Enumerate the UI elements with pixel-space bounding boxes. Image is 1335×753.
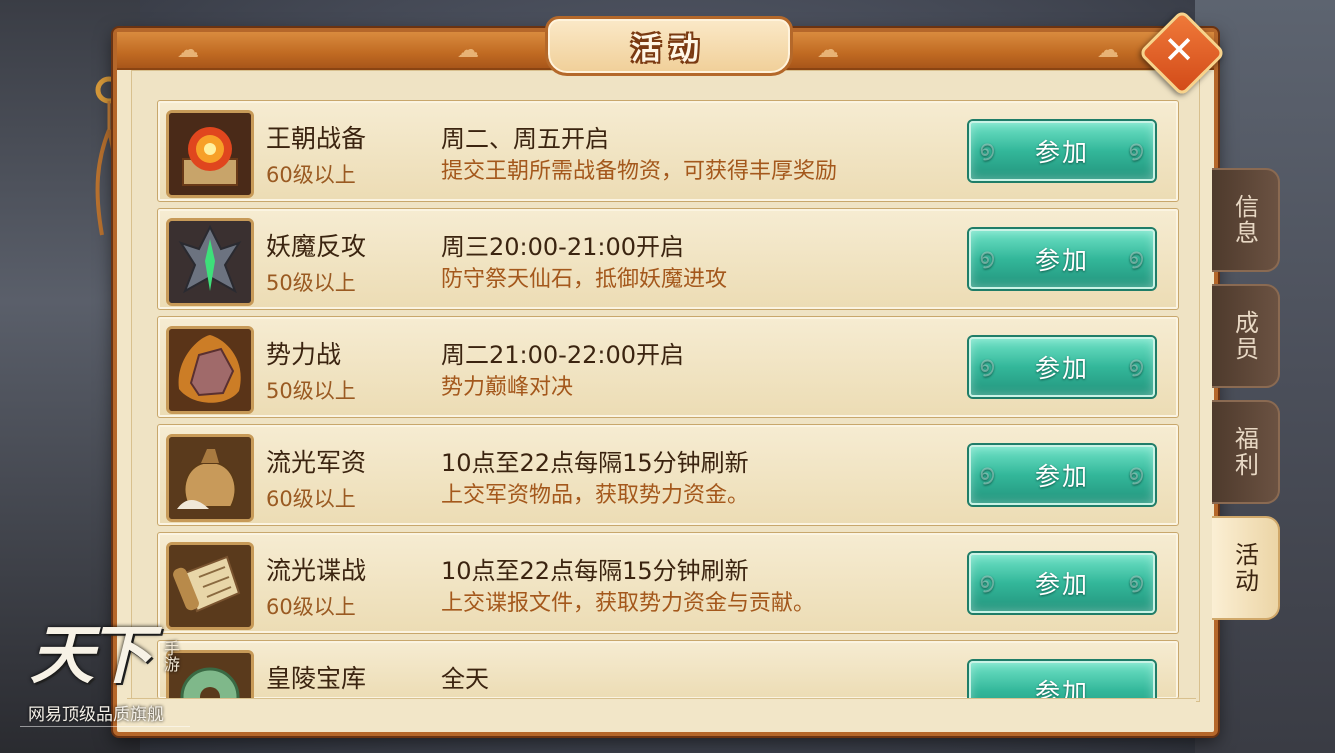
tab-members[interactable]: 成员 xyxy=(1212,284,1280,388)
game-logo: 天下 xyxy=(30,618,152,693)
join-button-label: 参加 xyxy=(1034,354,1089,383)
activity-description: 势力巅峰对决 xyxy=(441,375,574,400)
tab-welfare[interactable]: 福利 xyxy=(1212,400,1280,504)
join-button-label: 参加 xyxy=(1034,138,1089,167)
join-button[interactable]: ൭ 参加 ൭ xyxy=(969,445,1155,505)
activity-description: 防守祭天仙石，抵御妖魔进攻 xyxy=(441,267,728,292)
panel-title: 活动 xyxy=(631,32,707,67)
demon-totem-icon xyxy=(166,218,254,306)
title-plaque: 活动 xyxy=(545,16,793,76)
flaming-stone-icon xyxy=(166,326,254,414)
game-logo-sub: 手游 xyxy=(161,640,180,672)
activity-time: 周二21:00-22:00开启 xyxy=(441,341,684,369)
activity-name: 皇陵宝库 xyxy=(266,664,367,693)
join-button[interactable]: ൭ 参加 ൭ xyxy=(969,229,1155,289)
activity-name: 妖魔反攻 xyxy=(266,232,367,261)
activity-level: 50级以上 xyxy=(266,271,356,295)
activity-description: 上交军资物品，获取势力资金。 xyxy=(441,483,750,508)
activity-time: 周二、周五开启 xyxy=(441,125,609,153)
join-button[interactable]: ൭ 参加 ൭ xyxy=(969,553,1155,613)
join-button-label: 参加 xyxy=(1034,570,1089,599)
cloud-swirl-icon: ൭ xyxy=(979,353,996,378)
scroll-icon xyxy=(166,542,254,630)
activity-row: 流光谍战 60级以上 10点至22点每隔15分钟刷新 上交谍报文件，获取势力资金… xyxy=(157,532,1179,634)
activity-description: 上交谍报文件，获取势力资金与贡献。 xyxy=(441,591,816,616)
cloud-swirl-icon: ൭ xyxy=(1128,137,1145,162)
join-button[interactable]: 参加 xyxy=(969,661,1155,699)
activity-row: 皇陵宝库 全天 参加 xyxy=(157,640,1179,699)
activity-name: 势力战 xyxy=(266,340,342,369)
activity-name: 流光军资 xyxy=(266,448,367,477)
cloud-swirl-icon: ൭ xyxy=(979,461,996,486)
divider xyxy=(20,726,190,727)
close-icon[interactable]: ✕ xyxy=(1151,22,1207,78)
tab-activity[interactable]: 活动 xyxy=(1212,516,1280,620)
cloud-ornament-icon: ☁ xyxy=(1097,38,1119,63)
join-button[interactable]: ൭ 参加 ൭ xyxy=(969,337,1155,397)
fire-orb-icon xyxy=(166,110,254,198)
activity-level: 60级以上 xyxy=(266,487,356,511)
tagline: 网易顶级品质旗舰 xyxy=(28,705,164,725)
join-button-label: 参加 xyxy=(1034,246,1089,275)
join-button-label: 参加 xyxy=(1034,462,1089,491)
activity-name: 流光谍战 xyxy=(266,556,367,585)
activity-row: 流光军资 60级以上 10点至22点每隔15分钟刷新 上交军资物品，获取势力资金… xyxy=(157,424,1179,526)
cloud-swirl-icon: ൭ xyxy=(979,137,996,162)
activity-level: 60级以上 xyxy=(266,163,356,187)
activity-time: 10点至22点每隔15分钟刷新 xyxy=(441,557,749,585)
activity-time: 全天 xyxy=(441,665,489,693)
supply-sack-icon xyxy=(166,434,254,522)
activity-level: 50级以上 xyxy=(266,379,356,403)
cloud-swirl-icon: ൭ xyxy=(1128,461,1145,486)
cloud-swirl-icon: ൭ xyxy=(1128,569,1145,594)
join-button-label: 参加 xyxy=(1034,678,1089,699)
tab-info[interactable]: 信息 xyxy=(1212,168,1280,272)
activity-name: 王朝战备 xyxy=(266,124,367,153)
join-button[interactable]: ൭ 参加 ൭ xyxy=(969,121,1155,181)
activity-row: 妖魔反攻 50级以上 周三20:00-21:00开启 防守祭天仙石，抵御妖魔进攻… xyxy=(157,208,1179,310)
panel-bottom-edge xyxy=(127,698,1196,725)
activity-time: 10点至22点每隔15分钟刷新 xyxy=(441,449,749,477)
cloud-swirl-icon: ൭ xyxy=(1128,353,1145,378)
cloud-swirl-icon: ൭ xyxy=(979,245,996,270)
cloud-swirl-icon: ൭ xyxy=(979,569,996,594)
activity-level: 60级以上 xyxy=(266,595,356,619)
cloud-ornament-icon: ☁ xyxy=(177,38,199,63)
cloud-ornament-icon: ☁ xyxy=(457,38,479,63)
cloud-ornament-icon: ☁ xyxy=(817,38,839,63)
cloud-swirl-icon: ൭ xyxy=(1128,245,1145,270)
activity-row: 势力战 50级以上 周二21:00-22:00开启 势力巅峰对决 ൭ 参加 ൭ xyxy=(157,316,1179,418)
activity-row: 王朝战备 60级以上 周二、周五开启 提交王朝所需战备物资，可获得丰厚奖励 ൭ … xyxy=(157,100,1179,202)
activity-description: 提交王朝所需战备物资，可获得丰厚奖励 xyxy=(441,159,838,184)
activity-time: 周三20:00-21:00开启 xyxy=(441,233,684,261)
